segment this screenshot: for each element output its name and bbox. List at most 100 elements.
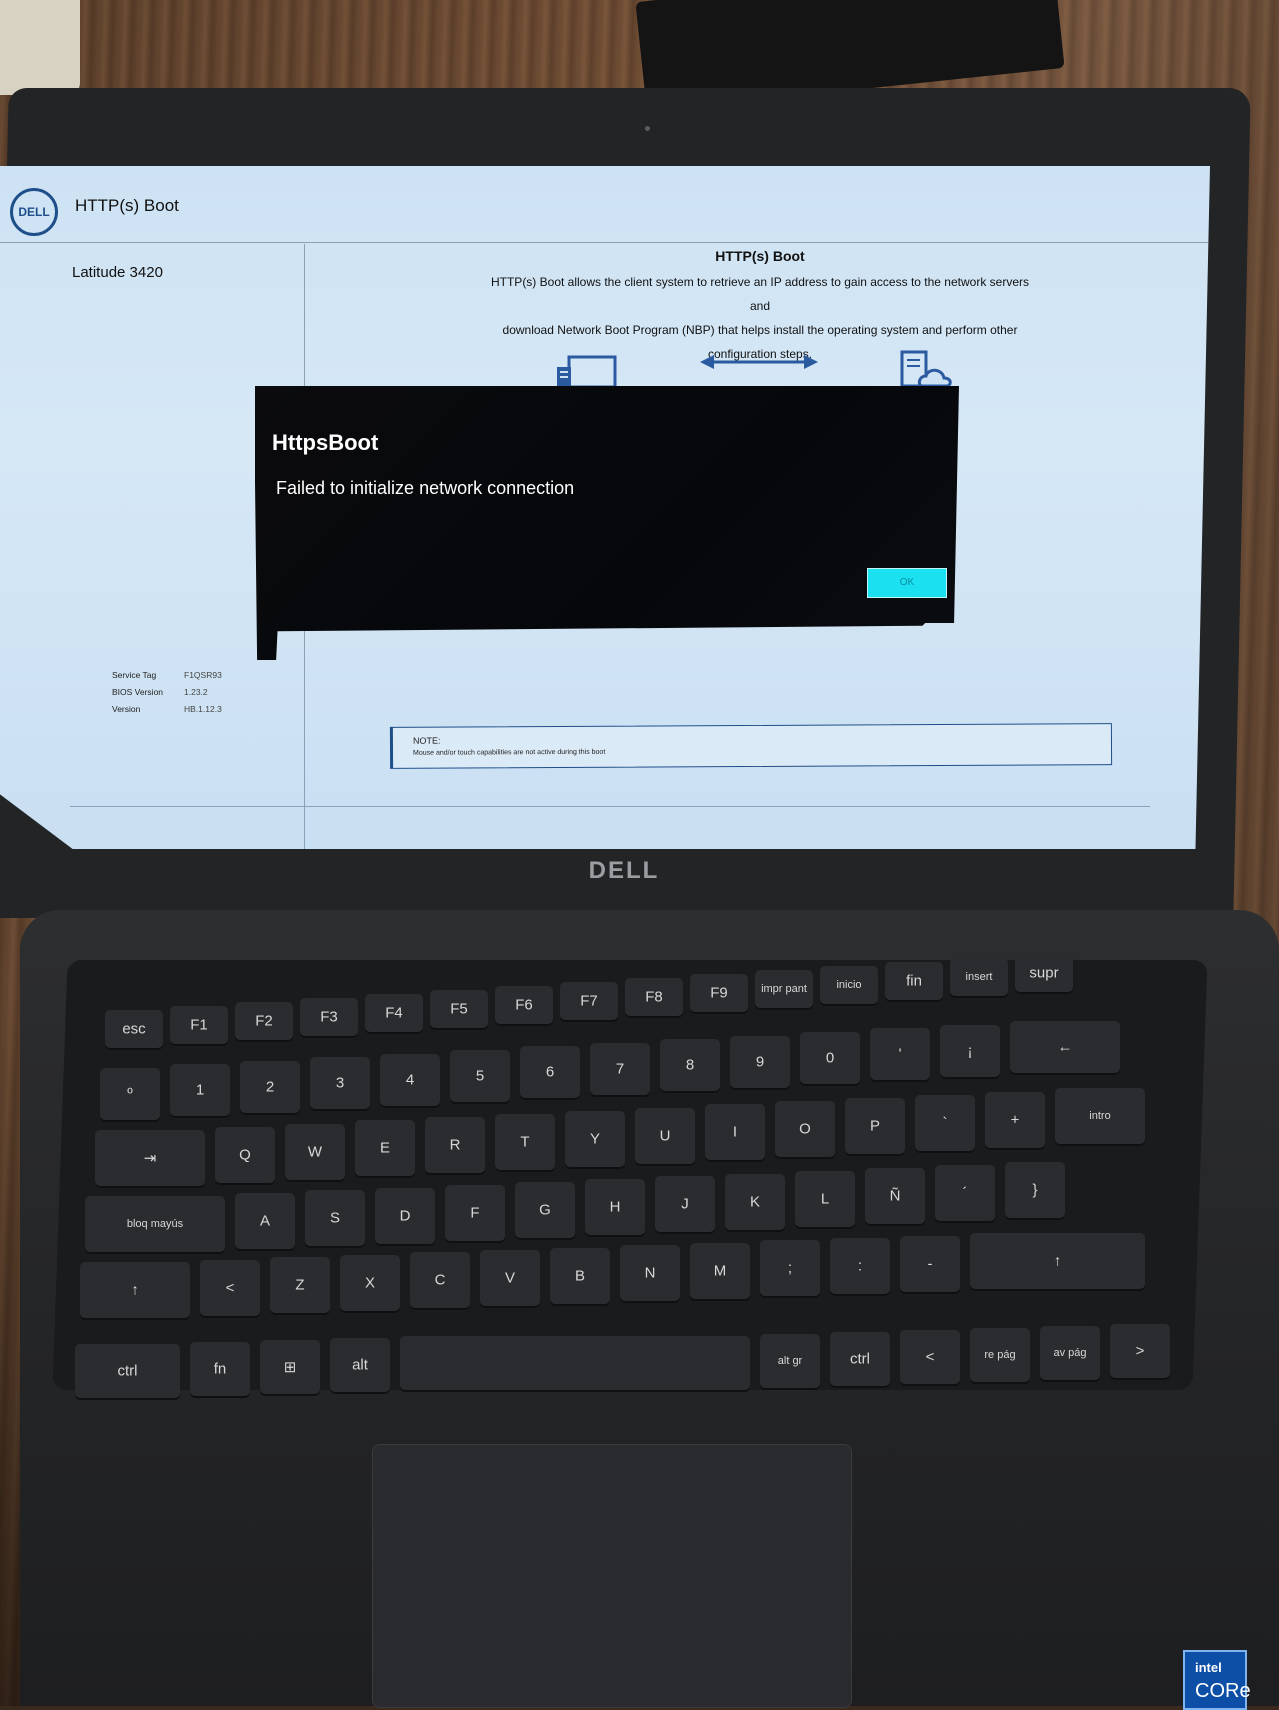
key-fn-0[interactable]: esc — [105, 1010, 163, 1048]
key-bottom-4[interactable] — [400, 1336, 750, 1390]
key-z-0[interactable]: ↑ — [80, 1262, 190, 1318]
key-q-7[interactable]: U — [635, 1107, 695, 1164]
key-num-11[interactable]: ' — [870, 1028, 930, 1081]
key-a-2[interactable]: S — [305, 1190, 365, 1247]
lid-dell-logo: DELL — [588, 857, 660, 884]
service-tag-row: Service Tag F1QSR93 — [112, 670, 222, 687]
key-q-11[interactable]: ` — [915, 1094, 975, 1151]
key-num-12[interactable]: ¡ — [940, 1024, 1000, 1077]
service-tag-value: F1QSR93 — [184, 670, 222, 680]
key-q-9[interactable]: O — [775, 1101, 835, 1158]
key-z-6[interactable]: B — [550, 1247, 610, 1304]
key-a-1[interactable]: A — [235, 1193, 295, 1250]
key-num-9[interactable]: 9 — [730, 1035, 790, 1088]
app-header: DELL HTTP(s) Boot — [0, 166, 1210, 243]
key-fn-11[interactable]: inicio — [820, 966, 878, 1004]
key-a-7[interactable]: J — [655, 1176, 715, 1233]
key-z-11[interactable]: - — [900, 1235, 960, 1292]
key-q-8[interactable]: I — [705, 1104, 765, 1161]
touchpad[interactable] — [372, 1444, 852, 1708]
key-num-3[interactable]: 3 — [310, 1057, 370, 1110]
key-fn-3[interactable]: F3 — [300, 998, 358, 1036]
key-fn-7[interactable]: F7 — [560, 982, 618, 1020]
key-num-13[interactable]: ← — [1010, 1021, 1120, 1074]
key-bottom-2[interactable]: ⊞ — [260, 1340, 320, 1394]
key-q-3[interactable]: E — [355, 1120, 415, 1177]
key-z-10[interactable]: : — [830, 1238, 890, 1294]
key-q-13[interactable]: intro — [1055, 1088, 1145, 1145]
key-num-1[interactable]: 1 — [170, 1064, 230, 1117]
error-dialog: HttpsBoot Failed to initialize network c… — [255, 386, 959, 660]
key-q-6[interactable]: Y — [565, 1110, 625, 1167]
key-q-2[interactable]: W — [285, 1123, 345, 1180]
key-bottom-8[interactable]: re pág — [970, 1328, 1030, 1382]
key-a-12[interactable]: } — [1005, 1162, 1065, 1219]
key-num-6[interactable]: 6 — [520, 1046, 580, 1099]
key-z-4[interactable]: C — [410, 1252, 470, 1309]
key-a-6[interactable]: H — [585, 1179, 645, 1236]
dialog-message: Failed to initialize network connection — [276, 478, 575, 498]
key-a-3[interactable]: D — [375, 1187, 435, 1244]
key-z-2[interactable]: Z — [270, 1257, 330, 1314]
key-q-1[interactable]: Q — [215, 1126, 275, 1183]
key-num-2[interactable]: 2 — [240, 1060, 300, 1113]
key-fn-1[interactable]: F1 — [170, 1006, 228, 1044]
key-bottom-3[interactable]: alt — [330, 1338, 390, 1392]
key-a-4[interactable]: F — [445, 1184, 505, 1241]
key-num-0[interactable]: º — [100, 1068, 160, 1120]
key-fn-10[interactable]: impr pant — [755, 970, 813, 1008]
key-a-9[interactable]: L — [795, 1170, 855, 1227]
bios-version-label: BIOS Version — [112, 687, 164, 697]
key-fn-14[interactable]: supr — [1015, 954, 1073, 992]
key-bottom-9[interactable]: av pág — [1040, 1326, 1100, 1380]
key-bottom-6[interactable]: ctrl — [830, 1332, 890, 1386]
webcam — [645, 126, 650, 131]
key-num-4[interactable]: 4 — [380, 1053, 440, 1106]
note-title: NOTE: — [412, 735, 441, 746]
key-a-8[interactable]: K — [725, 1173, 785, 1230]
key-fn-2[interactable]: F2 — [235, 1002, 293, 1040]
key-bottom-7[interactable]: < — [900, 1330, 960, 1384]
key-q-0[interactable]: ⇥ — [95, 1130, 205, 1186]
note-text: Mouse and/or touch capabilities are not … — [413, 748, 606, 757]
intel-badge-line1: intel — [1195, 1660, 1222, 1675]
key-z-3[interactable]: X — [340, 1254, 400, 1311]
key-fn-9[interactable]: F9 — [690, 974, 748, 1012]
key-z-5[interactable]: V — [480, 1250, 540, 1306]
key-z-9[interactable]: ; — [760, 1240, 820, 1297]
key-bottom-1[interactable]: fn — [190, 1342, 250, 1396]
key-bottom-5[interactable]: alt gr — [760, 1334, 820, 1388]
key-z-8[interactable]: M — [690, 1242, 750, 1299]
key-q-4[interactable]: R — [425, 1117, 485, 1174]
key-z-12[interactable]: ↑ — [970, 1233, 1145, 1290]
dell-logo: DELL — [10, 188, 58, 236]
key-num-5[interactable]: 5 — [450, 1050, 510, 1102]
key-q-5[interactable]: T — [495, 1114, 555, 1170]
key-z-1[interactable]: < — [200, 1259, 260, 1316]
key-fn-5[interactable]: F5 — [430, 990, 488, 1028]
ok-button[interactable]: OK — [867, 568, 947, 598]
key-bottom-10[interactable]: > — [1110, 1324, 1170, 1378]
version-label: Version — [112, 704, 141, 714]
key-num-8[interactable]: 8 — [660, 1039, 720, 1092]
key-q-12[interactable]: + — [985, 1091, 1045, 1148]
key-num-10[interactable]: 0 — [800, 1032, 860, 1084]
key-a-5[interactable]: G — [515, 1182, 575, 1238]
service-tag-label: Service Tag — [112, 670, 157, 680]
key-a-0[interactable]: bloq mayús — [85, 1196, 225, 1252]
key-fn-6[interactable]: F6 — [495, 986, 553, 1024]
key-fn-12[interactable]: fin — [885, 962, 943, 1000]
key-fn-4[interactable]: F4 — [365, 994, 423, 1032]
key-fn-8[interactable]: F8 — [625, 978, 683, 1016]
key-fn-13[interactable]: insert — [950, 958, 1008, 996]
key-bottom-0[interactable]: ctrl — [75, 1344, 180, 1398]
info-title: HTTP(s) Boot — [715, 248, 805, 264]
key-z-7[interactable]: N — [620, 1245, 680, 1302]
version-value: HB.1.12.3 — [184, 704, 222, 714]
key-q-10[interactable]: P — [845, 1098, 905, 1154]
key-a-10[interactable]: Ñ — [865, 1168, 925, 1224]
key-a-11[interactable]: ´ — [935, 1165, 995, 1222]
key-num-7[interactable]: 7 — [590, 1042, 650, 1095]
client-computer-icon — [557, 355, 617, 389]
version-row: Version HB.1.12.3 — [112, 704, 222, 721]
